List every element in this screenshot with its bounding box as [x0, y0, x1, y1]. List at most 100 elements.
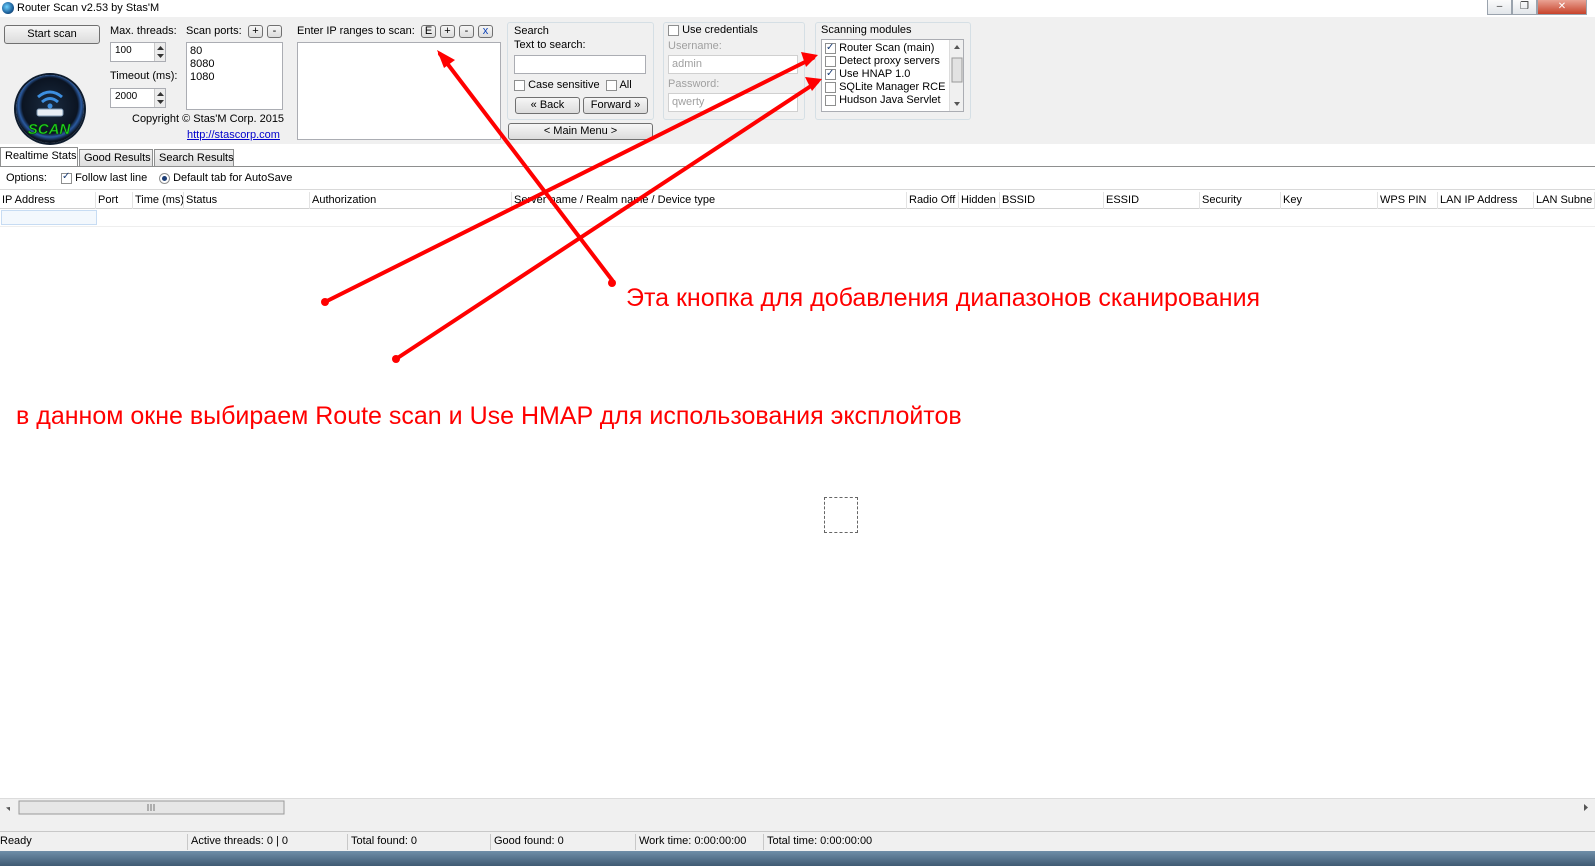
- module-checkbox[interactable]: [825, 81, 836, 93]
- spinner-arrows-icon[interactable]: [154, 43, 165, 61]
- module-label: Hudson Java Servlet: [839, 94, 941, 106]
- remove-range-button[interactable]: -: [459, 25, 474, 38]
- close-icon[interactable]: ✕: [1537, 0, 1587, 15]
- modules-list[interactable]: Router Scan (main) Detect proxy servers …: [821, 39, 964, 112]
- column-header[interactable]: BSSID: [1000, 192, 1104, 209]
- edit-range-button[interactable]: E: [421, 25, 436, 38]
- use-credentials-option[interactable]: Use credentials: [668, 24, 758, 36]
- port-item[interactable]: 1080: [190, 71, 279, 84]
- module-hudson[interactable]: Hudson Java Servlet: [825, 94, 945, 107]
- back-button[interactable]: « Back: [515, 97, 580, 114]
- column-header[interactable]: Security: [1200, 192, 1281, 209]
- add-range-button[interactable]: +: [440, 25, 455, 38]
- options-label: Options:: [6, 172, 47, 184]
- modules-scrollbar[interactable]: [949, 40, 963, 111]
- column-header[interactable]: IP Address: [0, 192, 96, 209]
- horizontal-scrollbar[interactable]: [0, 798, 1595, 815]
- username-field[interactable]: admin: [668, 55, 798, 74]
- follow-last-line-label: Follow last line: [75, 172, 148, 184]
- app-icon: [2, 2, 14, 14]
- maximize-icon[interactable]: ❐: [1512, 0, 1537, 15]
- status-work-time: Work time: 0:00:00:00: [639, 835, 747, 847]
- clear-ranges-button[interactable]: x: [478, 25, 493, 38]
- main-menu-button[interactable]: < Main Menu >: [508, 123, 653, 140]
- module-checkbox[interactable]: [825, 94, 836, 106]
- module-checkbox[interactable]: [825, 67, 836, 80]
- password-label: Password:: [668, 78, 720, 90]
- search-all-checkbox[interactable]: [606, 79, 617, 91]
- threads-value: 100: [115, 45, 132, 56]
- column-header[interactable]: Authorization: [310, 192, 512, 209]
- annotation-button-note: Эта кнопка для добавления диапазонов ска…: [626, 284, 1261, 312]
- use-credentials-label: Use credentials: [682, 24, 758, 36]
- window-title: Router Scan v2.53 by Stas'M: [17, 2, 160, 14]
- column-header[interactable]: Key: [1281, 192, 1378, 209]
- tab-search-results[interactable]: Search Results: [154, 149, 234, 166]
- control-panel: Start scan SCAN Max. threads: 100 Timeou…: [0, 17, 1595, 144]
- autosave-option[interactable]: Default tab for AutoSave: [159, 172, 292, 184]
- website-link[interactable]: http://stascorp.com: [187, 129, 280, 141]
- annotation-modules-note: в данном окне выбираем Route scan и Use …: [16, 402, 962, 430]
- port-item[interactable]: 80: [190, 45, 279, 58]
- start-scan-button[interactable]: Start scan: [4, 25, 100, 44]
- column-header[interactable]: Status: [184, 192, 310, 209]
- password-field[interactable]: qwerty: [668, 93, 798, 112]
- column-header[interactable]: LAN IP Address: [1438, 192, 1534, 209]
- column-header[interactable]: Server name / Realm name / Device type: [512, 192, 907, 209]
- module-use-hnap[interactable]: Use HNAP 1.0: [825, 67, 945, 81]
- spinner-arrows-icon[interactable]: [154, 89, 165, 107]
- search-all-option[interactable]: All: [606, 79, 632, 91]
- radio-selected-icon: [159, 172, 170, 184]
- ip-ranges-label: Enter IP ranges to scan:: [297, 25, 415, 37]
- module-sqlite-manager[interactable]: SQLite Manager RCE: [825, 81, 945, 94]
- svg-text:SCAN: SCAN: [28, 121, 72, 138]
- status-good-found: Good found: 0: [494, 835, 564, 847]
- status-active-threads: Active threads: 0 | 0: [191, 835, 289, 847]
- search-input[interactable]: [514, 55, 646, 74]
- timeout-value: 2000: [115, 91, 138, 102]
- status-spacer: [0, 815, 1595, 831]
- case-sensitive-label: Case sensitive: [528, 79, 600, 91]
- realtime-stats-panel: Options: Follow last line Default tab fo…: [0, 166, 1595, 812]
- column-header[interactable]: Hidden: [959, 192, 1000, 209]
- ip-ranges-list[interactable]: [297, 42, 501, 140]
- module-router-scan[interactable]: Router Scan (main): [825, 41, 945, 55]
- search-all-label: All: [619, 79, 632, 91]
- minimize-icon[interactable]: ‒: [1487, 0, 1512, 15]
- tab-good-results[interactable]: Good Results: [79, 149, 153, 166]
- column-header[interactable]: Time (ms): [133, 192, 184, 209]
- status-ready: Ready: [0, 835, 32, 847]
- module-checkbox[interactable]: [825, 55, 836, 67]
- column-header[interactable]: LAN Subne: [1534, 192, 1595, 209]
- search-text-label: Text to search:: [514, 39, 586, 51]
- remove-port-button[interactable]: -: [267, 25, 282, 38]
- case-sensitive-checkbox[interactable]: [514, 79, 525, 91]
- threads-spinner[interactable]: 100: [110, 42, 166, 62]
- case-sensitive-option[interactable]: Case sensitive: [514, 79, 600, 91]
- autosave-label: Default tab for AutoSave: [173, 172, 293, 184]
- title-bar: Router Scan v2.53 by Stas'M ‒ ❐ ✕: [0, 0, 1595, 17]
- use-credentials-checkbox[interactable]: [668, 24, 679, 36]
- column-header[interactable]: WPS PIN: [1378, 192, 1438, 209]
- status-total-time: Total time: 0:00:00:00: [767, 835, 873, 847]
- follow-last-line-checkbox[interactable]: [61, 171, 72, 184]
- column-header[interactable]: Port: [96, 192, 133, 209]
- add-port-button[interactable]: +: [248, 25, 263, 38]
- forward-button[interactable]: Forward »: [583, 97, 648, 114]
- column-header[interactable]: Radio Off: [907, 192, 959, 209]
- modules-label: Scanning modules: [821, 24, 912, 36]
- username-label: Username:: [668, 40, 722, 52]
- windows-taskbar: [0, 851, 1595, 866]
- results-grid-header: IP Address Port Time (ms) Status Authori…: [0, 192, 1595, 209]
- threads-label: Max. threads:: [110, 25, 177, 37]
- follow-last-line-option[interactable]: Follow last line: [61, 171, 148, 184]
- selected-cell[interactable]: [1, 210, 97, 225]
- column-header[interactable]: ESSID: [1104, 192, 1200, 209]
- ports-list[interactable]: 80 8080 1080: [186, 42, 283, 110]
- module-detect-proxy[interactable]: Detect proxy servers: [825, 55, 945, 68]
- tab-realtime-stats[interactable]: Realtime Stats: [0, 147, 78, 166]
- port-item[interactable]: 8080: [190, 58, 279, 71]
- timeout-spinner[interactable]: 2000: [110, 88, 166, 108]
- status-bar: Ready Active threads: 0 | 0 Total found:…: [0, 831, 1595, 851]
- module-checkbox[interactable]: [825, 41, 836, 54]
